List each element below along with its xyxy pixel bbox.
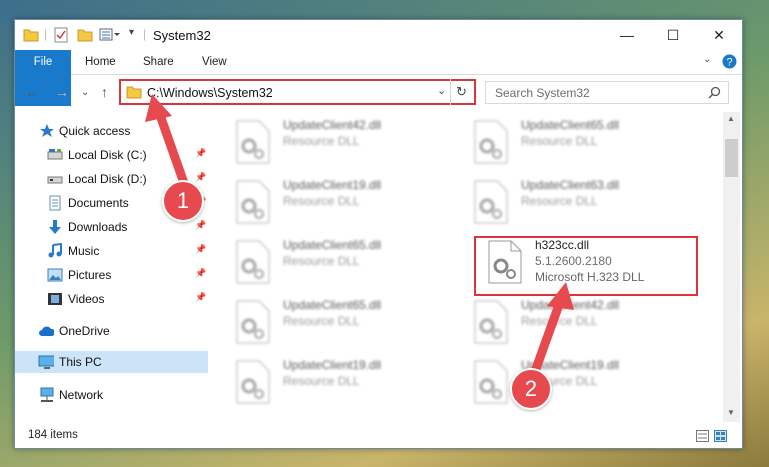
arrow-2-head xyxy=(547,282,574,310)
arrow-1-head xyxy=(145,94,172,122)
annotation-arrows xyxy=(145,94,574,382)
step-badge-2: 2 xyxy=(510,368,552,410)
step-badge-1: 1 xyxy=(162,180,204,222)
arrow-2-shaft xyxy=(528,297,565,382)
arrow-1-shaft xyxy=(155,110,190,191)
